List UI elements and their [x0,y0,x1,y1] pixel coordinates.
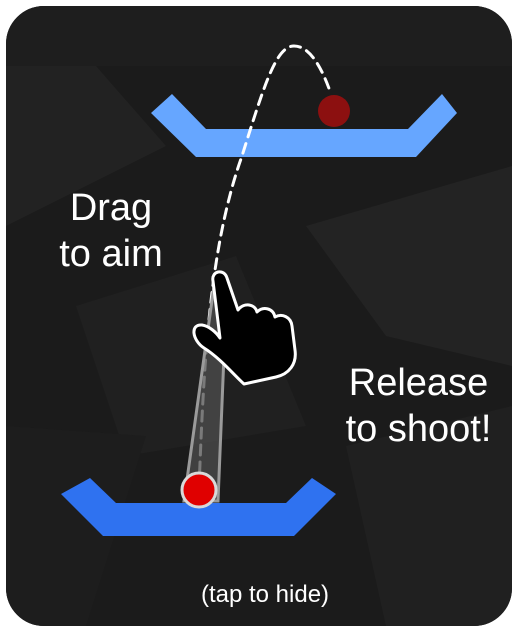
release-instruction-line2: to shoot! [345,407,492,450]
release-instruction: Release to shoot! [336,361,501,452]
dismiss-hint[interactable]: (tap to hide) [6,581,512,610]
active-ball[interactable] [180,471,218,509]
bg-facet [306,166,512,366]
game-scene [6,6,512,626]
drag-instruction-line1: Drag [69,187,153,229]
release-instruction-line1: Release [348,362,489,404]
tutorial-overlay[interactable]: Drag to aim Release to shoot! (tap to hi… [0,0,518,632]
drag-instruction: Drag to aim [46,186,176,277]
target-platform [151,94,457,157]
target-ball [318,95,350,127]
drag-instruction-line2: to aim [59,232,163,275]
bg-facet [6,6,512,66]
